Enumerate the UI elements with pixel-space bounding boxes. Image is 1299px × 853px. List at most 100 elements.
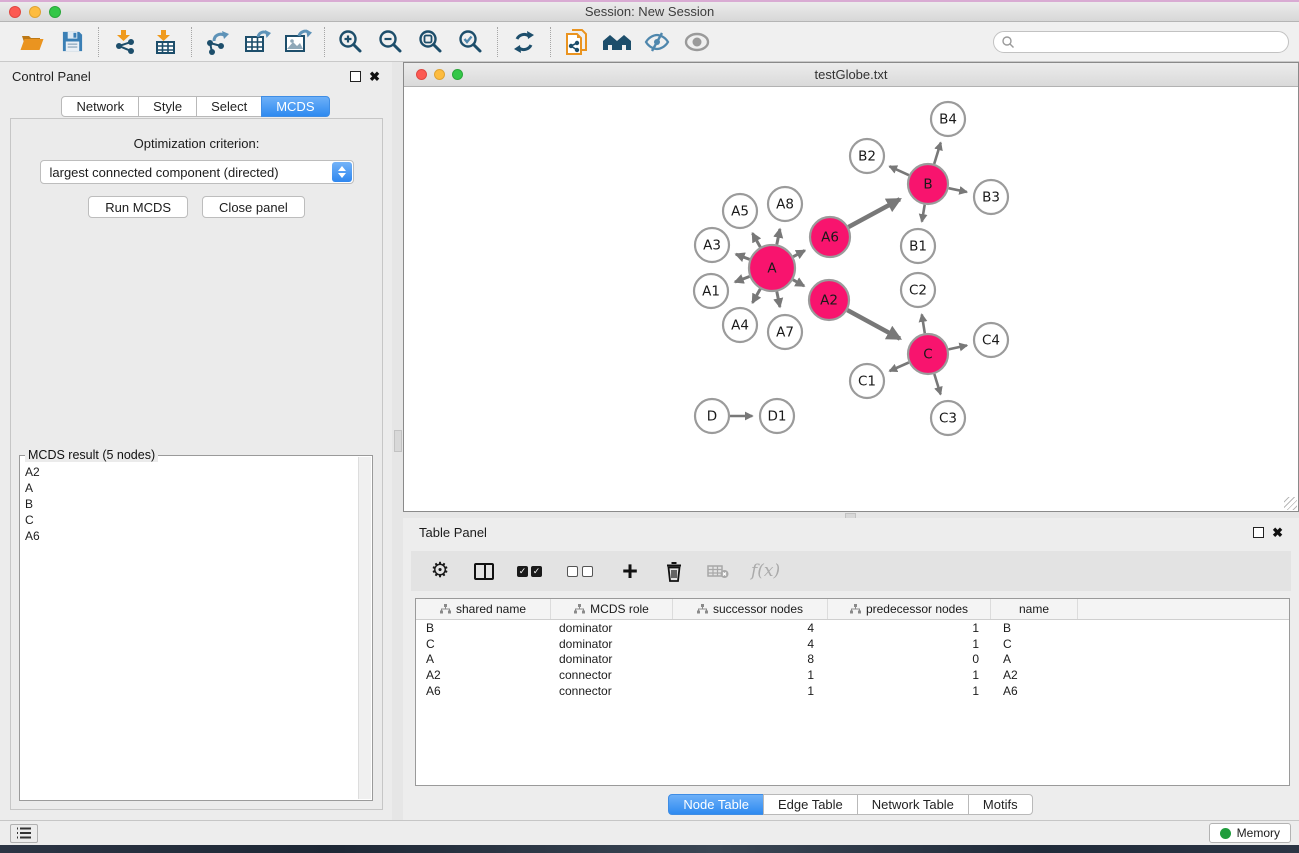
- node-B4[interactable]: B4: [931, 102, 965, 136]
- tab-network-table[interactable]: Network Table: [857, 794, 969, 815]
- toolbar-search[interactable]: [993, 31, 1289, 53]
- delete-column-button[interactable]: [663, 558, 685, 584]
- node-A8[interactable]: A8: [768, 187, 802, 221]
- node-A1[interactable]: A1: [694, 274, 728, 308]
- table-close-icon[interactable]: ✖: [1272, 527, 1283, 538]
- import-table-button[interactable]: [145, 25, 185, 59]
- cell[interactable]: 4: [673, 621, 828, 635]
- zoom-in-button[interactable]: [331, 25, 371, 59]
- node-C1[interactable]: C1: [850, 364, 884, 398]
- edge-B-B2[interactable]: [890, 166, 909, 175]
- zoom-fit-button[interactable]: [411, 25, 451, 59]
- node-B[interactable]: B: [908, 164, 948, 204]
- node-C2[interactable]: C2: [901, 273, 935, 307]
- edge-B-B4[interactable]: [934, 143, 941, 164]
- result-item-a6[interactable]: A6: [25, 528, 353, 544]
- column-header-predecessor-nodes[interactable]: predecessor nodes: [828, 599, 991, 619]
- tab-mcds[interactable]: MCDS: [261, 96, 329, 117]
- node-D[interactable]: D: [695, 399, 729, 433]
- cell[interactable]: 8: [673, 652, 828, 666]
- tab-edge-table[interactable]: Edge Table: [763, 794, 858, 815]
- result-item-a[interactable]: A: [25, 480, 353, 496]
- edge-C-C3[interactable]: [934, 374, 940, 394]
- node-C[interactable]: C: [908, 334, 948, 374]
- export-image-button[interactable]: [278, 25, 318, 59]
- table-row[interactable]: A2connector11A2: [416, 667, 1289, 683]
- node-A5[interactable]: A5: [723, 194, 757, 228]
- column-header-name[interactable]: name: [991, 599, 1078, 619]
- network-canvas[interactable]: AA6A2BCA5A8A3A1A4A7B2B4B3B1C2C4C1C3DD1: [404, 87, 1298, 511]
- cell[interactable]: dominator: [551, 652, 673, 666]
- node-A4[interactable]: A4: [723, 308, 757, 342]
- node-B1[interactable]: B1: [901, 229, 935, 263]
- cell[interactable]: 0: [828, 652, 991, 666]
- tab-node-table[interactable]: Node Table: [668, 794, 764, 815]
- cell[interactable]: A6: [991, 684, 1078, 698]
- export-network-button[interactable]: [198, 25, 238, 59]
- tab-select[interactable]: Select: [196, 96, 262, 117]
- table-float-icon[interactable]: [1253, 527, 1264, 538]
- edge-C-C1[interactable]: [890, 363, 909, 372]
- edge-A6-B[interactable]: [849, 199, 900, 227]
- add-column-button[interactable]: +: [619, 558, 641, 584]
- new-network-button[interactable]: [557, 25, 597, 59]
- cell[interactable]: connector: [551, 668, 673, 682]
- edge-A2-C[interactable]: [847, 310, 900, 339]
- hide-panel-button[interactable]: [637, 25, 677, 59]
- show-columns-button[interactable]: [473, 558, 495, 584]
- apply-layout-button[interactable]: [504, 25, 544, 59]
- zoom-out-button[interactable]: [371, 25, 411, 59]
- select-all-columns-button[interactable]: ✓✓: [517, 558, 545, 584]
- column-header-MCDS-role[interactable]: MCDS role: [551, 599, 673, 619]
- cell[interactable]: A6: [416, 684, 551, 698]
- tab-network[interactable]: Network: [61, 96, 139, 117]
- result-item-c[interactable]: C: [25, 512, 353, 528]
- cell[interactable]: 1: [673, 668, 828, 682]
- cell[interactable]: 1: [828, 621, 991, 635]
- node-table[interactable]: shared nameMCDS rolesuccessor nodesprede…: [415, 598, 1290, 786]
- cell[interactable]: C: [416, 637, 551, 651]
- node-A7[interactable]: A7: [768, 315, 802, 349]
- close-panel-button[interactable]: Close panel: [202, 196, 305, 218]
- cell[interactable]: B: [991, 621, 1078, 635]
- cell[interactable]: dominator: [551, 621, 673, 635]
- cell[interactable]: dominator: [551, 637, 673, 651]
- criterion-dropdown[interactable]: largest connected component (directed): [40, 160, 354, 184]
- node-D1[interactable]: D1: [760, 399, 794, 433]
- cell[interactable]: 1: [828, 668, 991, 682]
- cell[interactable]: C: [991, 637, 1078, 651]
- import-network-button[interactable]: [105, 25, 145, 59]
- node-B2[interactable]: B2: [850, 139, 884, 173]
- cell[interactable]: 1: [828, 684, 991, 698]
- edge-B-B1[interactable]: [922, 205, 925, 222]
- cell[interactable]: 1: [828, 637, 991, 651]
- tab-motifs[interactable]: Motifs: [968, 794, 1033, 815]
- node-A6[interactable]: A6: [810, 217, 850, 257]
- table-row[interactable]: Adominator80A: [416, 652, 1289, 668]
- cell[interactable]: 1: [673, 684, 828, 698]
- edge-A-A7[interactable]: [777, 292, 780, 307]
- edge-A-A8[interactable]: [777, 229, 780, 244]
- function-builder-button[interactable]: f(x): [751, 558, 780, 584]
- open-session-button[interactable]: [12, 25, 52, 59]
- edge-A-A6[interactable]: [793, 251, 805, 257]
- float-panel-icon[interactable]: [350, 71, 361, 82]
- result-item-b[interactable]: B: [25, 496, 353, 512]
- vertical-splitter-handle[interactable]: [394, 430, 402, 452]
- save-session-button[interactable]: [52, 25, 92, 59]
- edge-A-A1[interactable]: [735, 277, 750, 283]
- edge-C-C2[interactable]: [922, 314, 925, 333]
- node-A3[interactable]: A3: [695, 228, 729, 262]
- edge-B-B3[interactable]: [949, 188, 967, 192]
- result-scrollbar[interactable]: [358, 457, 371, 799]
- memory-button[interactable]: Memory: [1209, 823, 1291, 843]
- column-header-shared-name[interactable]: shared name: [416, 599, 551, 619]
- run-mcds-button[interactable]: Run MCDS: [88, 196, 188, 218]
- node-A2[interactable]: A2: [809, 280, 849, 320]
- result-item-a2[interactable]: A2: [25, 464, 353, 480]
- table-row[interactable]: Bdominator41B: [416, 620, 1289, 636]
- table-row[interactable]: Cdominator41C: [416, 636, 1289, 652]
- cell[interactable]: connector: [551, 684, 673, 698]
- task-history-button[interactable]: [10, 824, 38, 843]
- delete-table-button[interactable]: [707, 558, 729, 584]
